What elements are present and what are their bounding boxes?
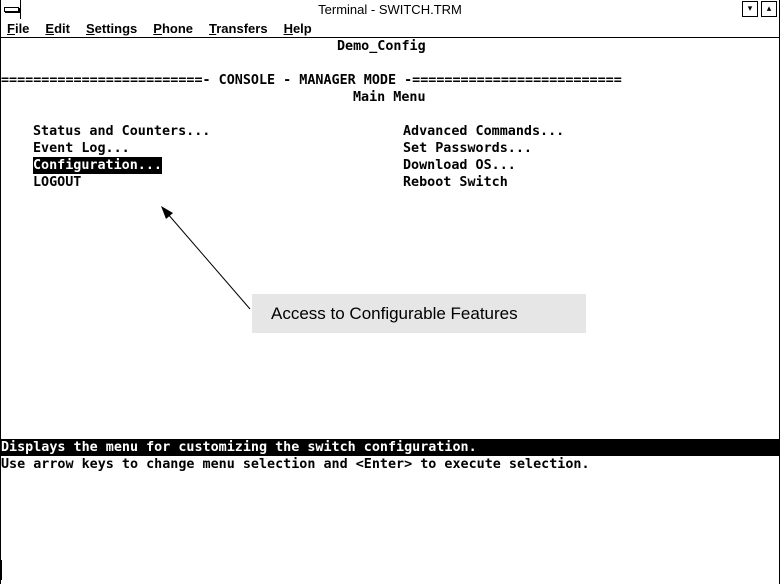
edge-mark [1, 560, 2, 580]
callout-arrow [161, 206, 251, 310]
callout-label: Access to Configurable Features [252, 294, 586, 333]
terminal-window: Terminal - SWITCH.TRM ▾ ▴ File Edit Sett… [0, 0, 780, 584]
